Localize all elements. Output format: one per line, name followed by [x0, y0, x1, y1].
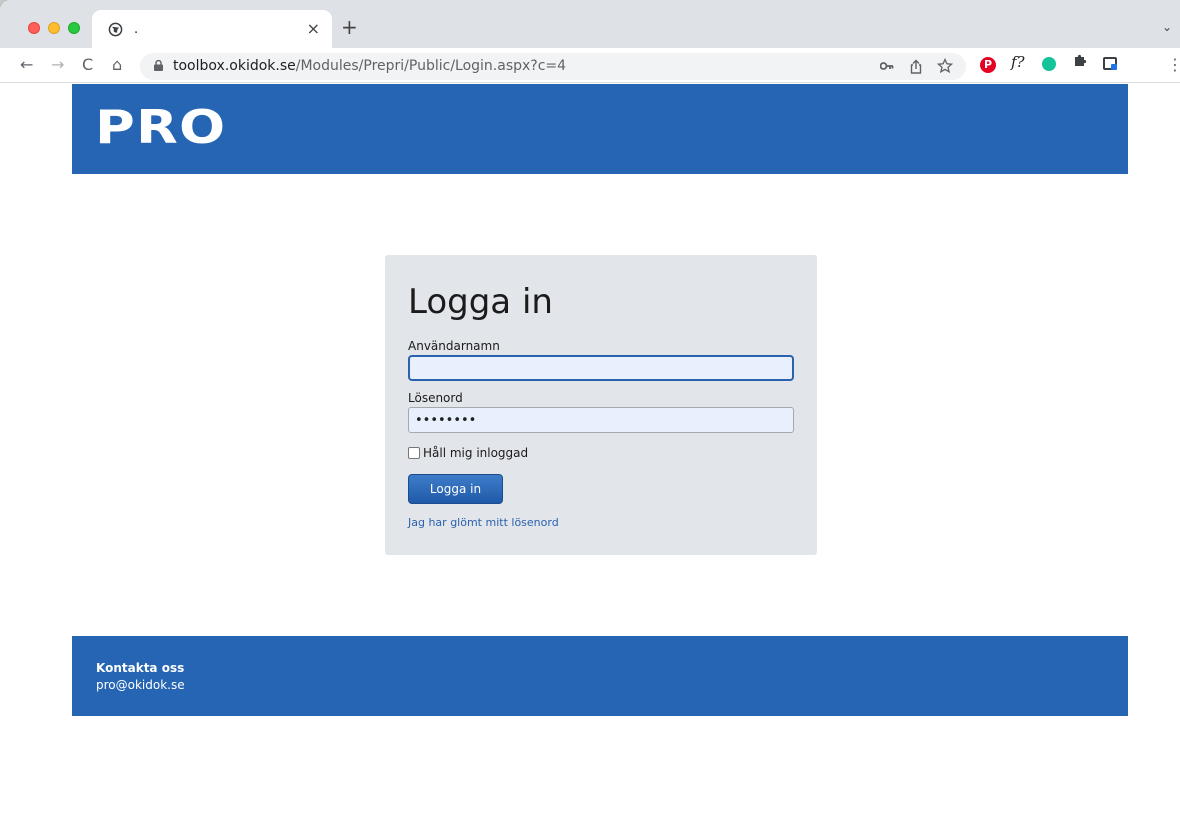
password-label: Lösenord — [408, 391, 463, 405]
key-icon[interactable] — [880, 61, 894, 71]
close-tab-icon[interactable]: × — [307, 19, 320, 38]
remember-checkbox[interactable] — [408, 447, 420, 459]
forward-arrow-icon[interactable]: → — [51, 55, 64, 75]
contact-email[interactable]: pro@okidok.se — [96, 678, 185, 692]
username-label: Användarnamn — [408, 339, 500, 353]
url-domain: toolbox.okidok.se — [173, 58, 296, 74]
back-arrow-icon[interactable]: ← — [20, 55, 33, 75]
url-text[interactable]: toolbox.okidok.se/Modules/Prepri/Public/… — [173, 58, 566, 74]
browser-toolbar: ← → C ⌂ toolbox.okidok.se/Modules/Prepri… — [0, 48, 1180, 83]
grammarly-icon[interactable] — [1042, 57, 1056, 71]
password-field[interactable] — [408, 407, 794, 433]
page-content: PRO Logga in Användarnamn Lösenord Håll … — [0, 84, 1180, 833]
username-field[interactable] — [408, 355, 794, 381]
bookmark-star-icon[interactable] — [937, 58, 953, 74]
remember-label[interactable]: Håll mig inloggad — [423, 446, 528, 460]
remember-me[interactable]: Håll mig inloggad — [408, 446, 528, 460]
lock-icon — [154, 60, 163, 71]
browser-tab[interactable]: . × — [92, 10, 332, 48]
globe-icon — [108, 22, 123, 37]
share-icon[interactable] — [910, 59, 922, 74]
site-header: PRO — [72, 84, 1128, 174]
url-path: /Modules/Prepri/Public/Login.aspx?c=4 — [295, 58, 567, 74]
browser-window: . × + ⌄ ← → C ⌂ toolbox.okidok.se/Module… — [0, 0, 1180, 833]
site-footer: Kontakta oss pro@okidok.se — [72, 636, 1128, 716]
login-form: Logga in Användarnamn Lösenord Håll mig … — [385, 255, 817, 555]
forgot-password-link[interactable]: Jag har glömt mitt lösenord — [408, 516, 559, 529]
pro-logo[interactable]: PRO — [95, 100, 226, 154]
home-icon[interactable]: ⌂ — [112, 55, 122, 75]
tab-search-chevron-icon[interactable]: ⌄ — [1162, 20, 1172, 34]
font-identify-icon[interactable]: f? — [1011, 53, 1025, 71]
side-panel-icon[interactable] — [1103, 57, 1117, 70]
tab-title: . — [134, 22, 139, 37]
browser-menu-icon[interactable]: ⋮ — [1167, 55, 1180, 74]
tab-strip: . × + ⌄ — [0, 0, 1180, 48]
extensions-puzzle-icon[interactable] — [1073, 53, 1088, 68]
contact-title: Kontakta oss — [96, 661, 185, 675]
close-window-button[interactable] — [28, 22, 40, 34]
page-title: Logga in — [408, 282, 553, 322]
maximize-window-button[interactable] — [68, 22, 80, 34]
minimize-window-button[interactable] — [48, 22, 60, 34]
new-tab-button[interactable]: + — [341, 17, 358, 37]
address-bar[interactable]: toolbox.okidok.se/Modules/Prepri/Public/… — [140, 53, 966, 80]
login-button[interactable]: Logga in — [408, 474, 503, 504]
reload-icon[interactable]: C — [82, 55, 93, 75]
pinterest-icon[interactable]: P — [980, 57, 996, 73]
